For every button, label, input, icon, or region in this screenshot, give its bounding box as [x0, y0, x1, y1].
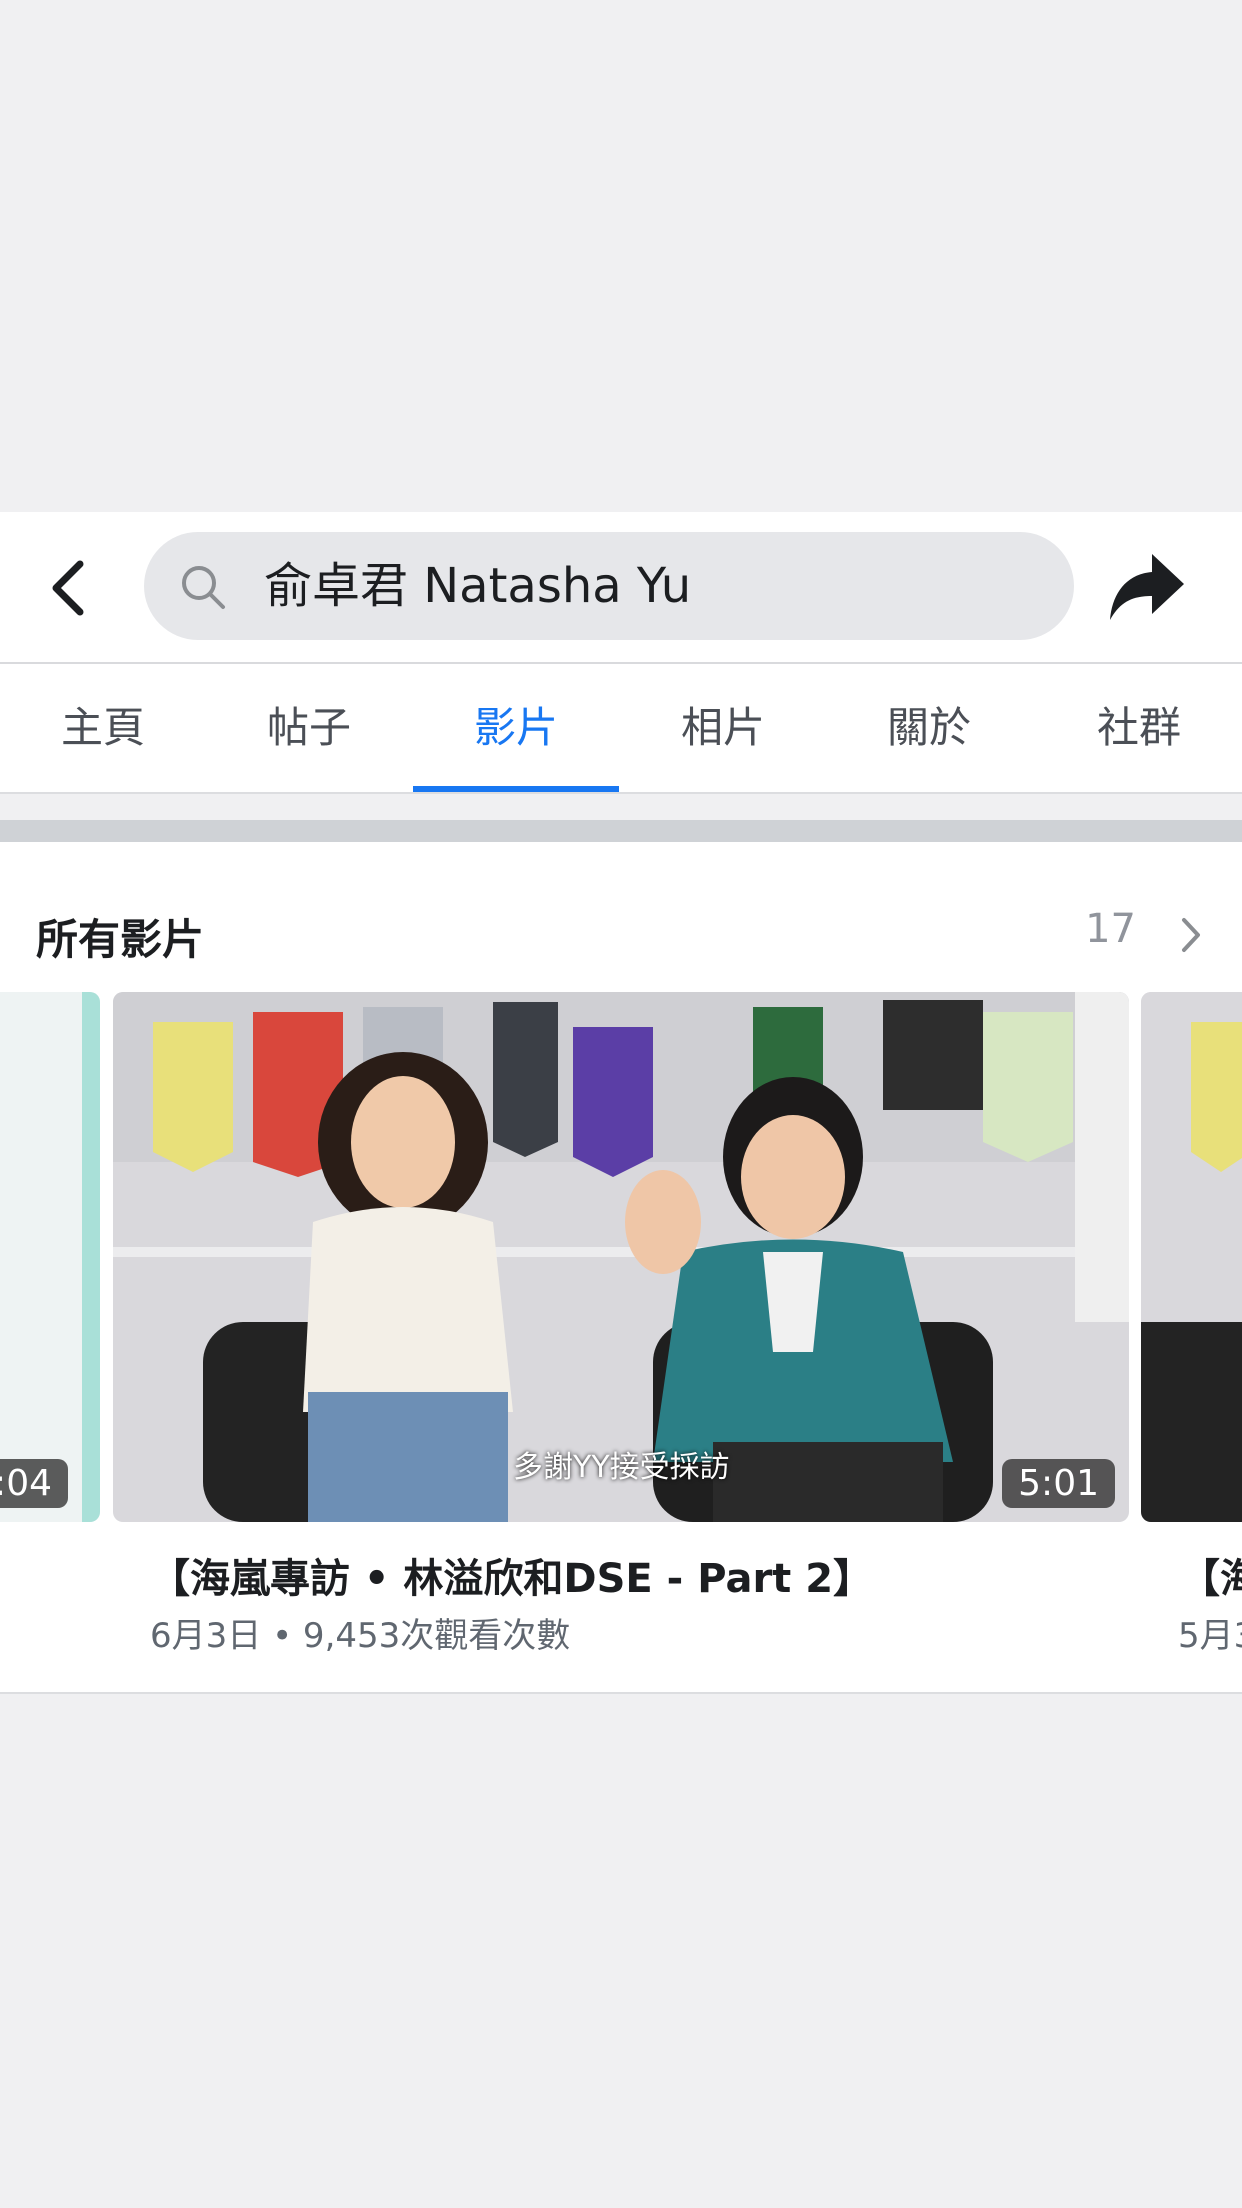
video-duration-badge: 5:01	[1002, 1459, 1115, 1508]
tab-posts[interactable]: 帖子	[206, 664, 412, 792]
page-tabs: 主頁 帖子 影片 相片 關於 社群	[0, 664, 1242, 794]
share-button[interactable]	[1106, 548, 1188, 628]
search-query-text: 俞卓君 Natasha Yu	[264, 558, 692, 614]
tab-videos[interactable]: 影片	[413, 664, 619, 792]
tab-community[interactable]: 社群	[1036, 664, 1242, 792]
chevron-right-icon[interactable]	[1176, 914, 1206, 956]
search-icon	[182, 566, 225, 609]
video-meta-next: 5月3	[1178, 1616, 1242, 1656]
video-count[interactable]: 17	[1085, 906, 1136, 952]
back-arrow-icon	[52, 560, 84, 616]
section-title: 所有影片	[36, 915, 205, 964]
search-field[interactable]: 俞卓君 Natasha Yu	[144, 532, 1074, 640]
video-title[interactable]: 【海嵐專訪 • 林溢欣和DSE - Part 2】	[150, 1546, 873, 1604]
video-thumbnail-main[interactable]: 多謝YY接受採訪 5:01	[113, 992, 1129, 1522]
tab-about[interactable]: 關於	[826, 664, 1032, 792]
tab-photos[interactable]: 相片	[620, 664, 826, 792]
section-divider	[0, 820, 1242, 842]
video-thumbnail-image	[1141, 992, 1242, 1522]
video-duration-badge: 3:04	[0, 1459, 68, 1508]
video-caption: 多謝YY接受採訪	[513, 1450, 730, 1485]
top-navigation-bar: 俞卓君 Natasha Yu	[0, 512, 1242, 664]
video-title-next[interactable]: 【海	[1180, 1546, 1242, 1604]
share-arrow-icon	[1110, 554, 1184, 620]
all-videos-section: 所有影片 17 3:04	[0, 842, 1242, 1694]
video-thumbnail-next[interactable]	[1141, 992, 1242, 1522]
tab-home[interactable]: 主頁	[0, 664, 206, 792]
video-thumbnail-previous[interactable]: 3:04	[0, 992, 100, 1522]
back-button[interactable]	[40, 548, 100, 628]
video-meta: 6月3日 • 9,453次觀看次數	[150, 1616, 571, 1656]
